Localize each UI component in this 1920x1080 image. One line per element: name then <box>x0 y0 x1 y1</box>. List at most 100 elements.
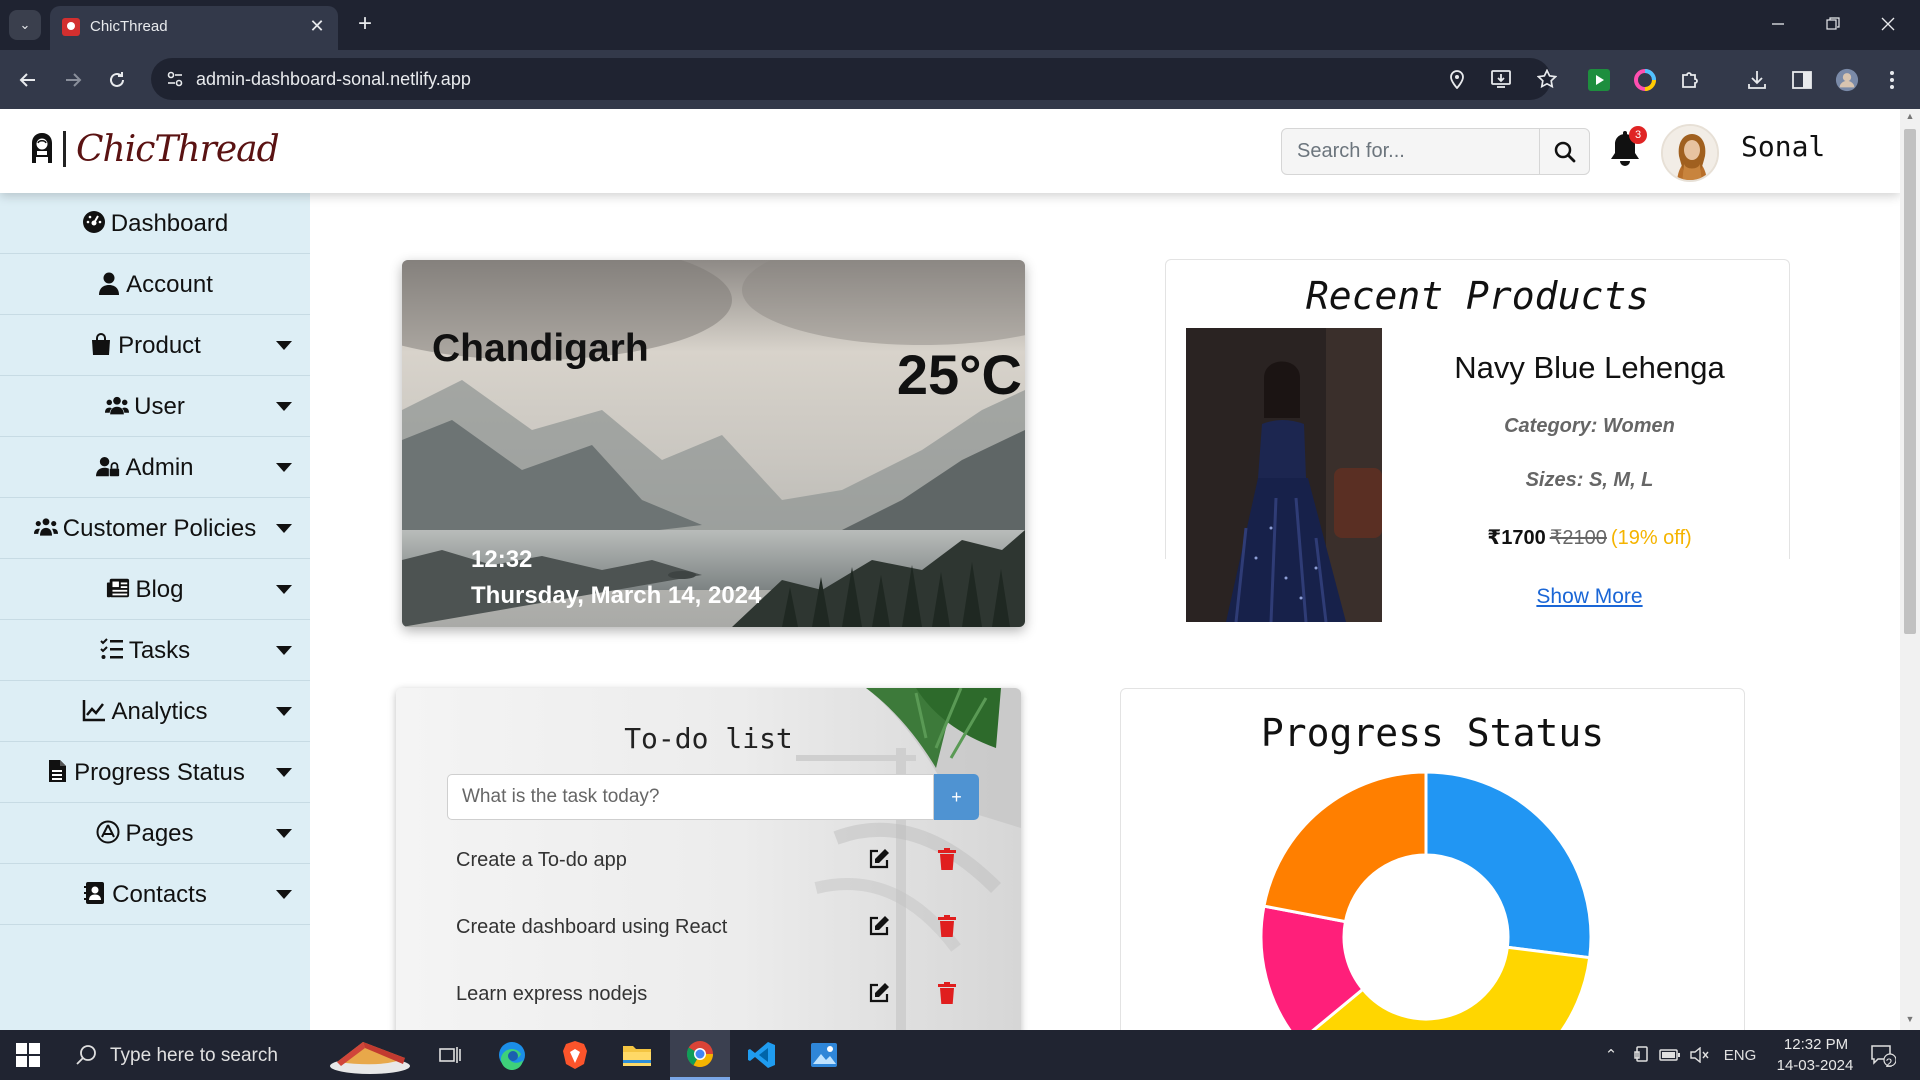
task-input[interactable] <box>447 774 934 820</box>
sidebar-item-analytics[interactable]: Analytics <box>0 681 310 742</box>
taskbar-clock-time[interactable]: 12:32 PM <box>1776 1036 1856 1053</box>
trash-icon[interactable] <box>938 848 956 870</box>
progress-status-card: Progress Status <box>1120 688 1745 1030</box>
photos-app-icon[interactable] <box>794 1030 854 1080</box>
back-arrow-icon[interactable] <box>12 64 44 96</box>
search-input[interactable] <box>1282 129 1539 174</box>
side-panel-icon[interactable] <box>1790 68 1814 92</box>
sidebar: Dashboard Account Product User Admin Cus… <box>0 193 310 1030</box>
sidebar-item-label: Contacts <box>112 881 207 908</box>
minimize-window-icon[interactable] <box>1756 8 1800 40</box>
chevron-down-icon[interactable] <box>276 707 292 716</box>
trash-icon[interactable] <box>938 982 956 1004</box>
volume-muted-icon[interactable] <box>1688 1044 1712 1066</box>
site-info-icon[interactable] <box>165 69 185 89</box>
sidebar-item-customer-policies[interactable]: Customer Policies <box>0 498 310 559</box>
scroll-up-icon[interactable]: ▲ <box>1904 111 1916 123</box>
new-tab-button[interactable]: + <box>351 10 379 38</box>
restore-window-icon[interactable] <box>1811 8 1855 40</box>
chevron-down-icon[interactable] <box>276 524 292 533</box>
todo-item-text: Create dashboard using React <box>456 916 728 938</box>
current-price: ₹1700 <box>1487 527 1546 549</box>
chevron-down-icon[interactable] <box>276 585 292 594</box>
chevron-down-icon[interactable] <box>276 646 292 655</box>
chevron-down-icon[interactable] <box>276 890 292 899</box>
sidebar-item-tasks[interactable]: Tasks <box>0 620 310 681</box>
shopping-bag-icon <box>92 333 111 355</box>
brave-browser-icon[interactable] <box>545 1030 605 1080</box>
donut-slice-3[interactable] <box>1262 770 1428 924</box>
chevron-down-icon[interactable] <box>276 829 292 838</box>
taskbar-search[interactable]: Type here to search <box>64 1030 344 1080</box>
progress-donut-chart[interactable] <box>1256 767 1596 1030</box>
forward-arrow-icon[interactable] <box>57 64 89 96</box>
taskbar-clock-date[interactable]: 14-03-2024 <box>1770 1057 1860 1074</box>
donut-slice-0[interactable] <box>1424 770 1593 960</box>
profile-avatar-icon[interactable] <box>1835 68 1859 92</box>
sidebar-item-progress-status[interactable]: Progress Status <box>0 742 310 803</box>
reload-icon[interactable] <box>101 64 133 96</box>
show-hidden-icons-chevron-icon[interactable]: ⌃ <box>1599 1044 1623 1066</box>
device-icon[interactable] <box>1630 1044 1654 1066</box>
user-avatar[interactable] <box>1661 124 1719 182</box>
scroll-down-icon[interactable]: ▼ <box>1904 1014 1916 1026</box>
search-button[interactable] <box>1539 129 1590 174</box>
sidebar-item-user[interactable]: User <box>0 376 310 437</box>
browser-menu-icon[interactable] <box>1880 68 1904 92</box>
weather-city: Chandigarh <box>432 327 649 370</box>
edit-icon[interactable] <box>868 848 890 870</box>
task-view-icon[interactable] <box>420 1030 480 1080</box>
add-task-button[interactable]: + <box>934 774 979 820</box>
tab-search-button[interactable]: ⌄ <box>9 10 41 40</box>
trash-icon[interactable] <box>938 915 956 937</box>
brand-logo-icon <box>32 133 52 163</box>
sidebar-item-label: Pages <box>125 820 194 847</box>
close-tab-icon[interactable]: ✕ <box>306 15 328 37</box>
chevron-down-icon[interactable] <box>276 341 292 350</box>
browser-tab[interactable]: ChicThread ✕ <box>50 6 338 50</box>
edge-browser-icon[interactable] <box>482 1030 542 1080</box>
brand-name[interactable]: ChicThread <box>76 129 280 170</box>
location-pin-icon[interactable] <box>1445 67 1469 91</box>
chevron-down-icon[interactable] <box>276 463 292 472</box>
edit-icon[interactable] <box>868 915 890 937</box>
users-icon <box>105 396 130 415</box>
scrollbar-thumb[interactable] <box>1904 129 1916 634</box>
address-bar[interactable]: admin-dashboard-sonal.netlify.app <box>151 58 1557 100</box>
search-icon <box>1554 141 1576 162</box>
edit-icon[interactable] <box>868 982 890 1004</box>
sidebar-item-pages[interactable]: Pages <box>0 803 310 864</box>
chevron-down-icon[interactable] <box>276 402 292 411</box>
user-lock-icon <box>96 457 120 477</box>
url-text[interactable]: admin-dashboard-sonal.netlify.app <box>196 69 471 90</box>
show-more-link[interactable]: Show More <box>1407 585 1772 609</box>
bookmark-star-icon[interactable] <box>1535 67 1559 91</box>
sidebar-item-account[interactable]: Account <box>0 254 310 315</box>
people-group-icon <box>33 518 58 536</box>
weather-card: Chandigarh 25°C 12:32 Thursday, March 14… <box>402 260 1025 627</box>
sidebar-item-contacts[interactable]: Contacts <box>0 864 310 925</box>
battery-icon[interactable] <box>1658 1044 1682 1066</box>
sidebar-item-label: Customer Policies <box>62 515 257 542</box>
sidebar-item-product[interactable]: Product <box>0 315 310 376</box>
windows-start-icon[interactable] <box>16 1043 40 1067</box>
sidebar-item-dashboard[interactable]: Dashboard <box>0 193 310 254</box>
vscode-icon[interactable] <box>732 1030 792 1080</box>
extensions-puzzle-icon[interactable] <box>1678 68 1702 92</box>
extension-play-icon[interactable] <box>1587 68 1611 92</box>
close-window-icon[interactable] <box>1866 8 1910 40</box>
product-image[interactable] <box>1186 328 1382 622</box>
sidebar-item-label: Tasks <box>128 637 191 664</box>
file-explorer-icon[interactable] <box>607 1030 667 1080</box>
install-app-icon[interactable] <box>1490 67 1514 91</box>
chevron-down-icon[interactable] <box>276 768 292 777</box>
page-scrollbar[interactable]: ▲ ▼ <box>1900 109 1920 1030</box>
download-icon[interactable] <box>1745 68 1769 92</box>
todo-item: Create dashboard using React <box>456 907 976 947</box>
user-name[interactable]: Sonal <box>1741 130 1825 163</box>
sidebar-item-admin[interactable]: Admin <box>0 437 310 498</box>
chrome-browser-icon[interactable] <box>670 1030 730 1080</box>
extension-color-ring-icon[interactable] <box>1633 68 1657 92</box>
input-language[interactable]: ENG <box>1722 1044 1758 1066</box>
sidebar-item-blog[interactable]: Blog <box>0 559 310 620</box>
